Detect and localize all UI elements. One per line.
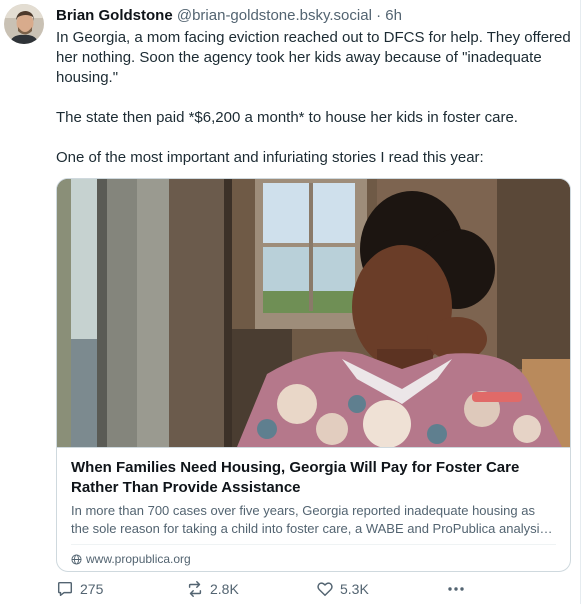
link-preview-title[interactable]: When Families Need Housing, Georgia Will… (71, 458, 556, 498)
link-preview-domain-row[interactable]: www.propublica.org (71, 552, 191, 566)
post-paragraph: In Georgia, a mom facing eviction reache… (56, 29, 571, 86)
reply-button[interactable]: 275 (56, 580, 103, 598)
more-options-button[interactable] (446, 580, 466, 598)
post-paragraph: One of the most important and infuriatin… (56, 149, 484, 166)
author-name[interactable]: Brian Goldstone (56, 7, 173, 24)
photo-woman-at-window (57, 179, 570, 448)
header-separator: · (376, 7, 382, 24)
link-preview-description: In more than 700 cases over five years, … (71, 503, 546, 536)
reply-icon (57, 581, 73, 597)
heart-icon (317, 582, 333, 597)
reply-count: 275 (80, 581, 104, 597)
repost-icon (188, 581, 202, 597)
repost-count: 2.8K (210, 581, 239, 597)
post-header: Brian Goldstone @brian-goldstone.bsky.so… (56, 6, 402, 26)
link-preview-domain: www.propublica.org (86, 552, 191, 566)
post-timestamp[interactable]: 6h (385, 7, 402, 24)
globe-icon (71, 553, 82, 565)
timeline-divider (580, 0, 581, 604)
post-paragraph: The state then paid *$6,200 a month* to … (56, 109, 518, 126)
link-preview-image[interactable] (57, 179, 570, 448)
like-button[interactable]: 5.3K (316, 580, 369, 598)
link-preview-divider (71, 544, 556, 545)
more-options-icon (448, 587, 464, 591)
like-count: 5.3K (340, 581, 369, 597)
repost-button[interactable]: 2.8K (186, 580, 239, 598)
avatar[interactable] (4, 4, 44, 44)
author-handle[interactable]: @brian-goldstone.bsky.social (177, 7, 372, 24)
link-preview-body[interactable]: When Families Need Housing, Georgia Will… (57, 447, 570, 571)
post-body: In Georgia, a mom facing eviction reache… (56, 28, 571, 168)
avatar-image (4, 4, 44, 44)
post-actions: 275 2.8K 5.3K (56, 580, 476, 600)
link-preview-card[interactable]: When Families Need Housing, Georgia Will… (56, 178, 571, 572)
